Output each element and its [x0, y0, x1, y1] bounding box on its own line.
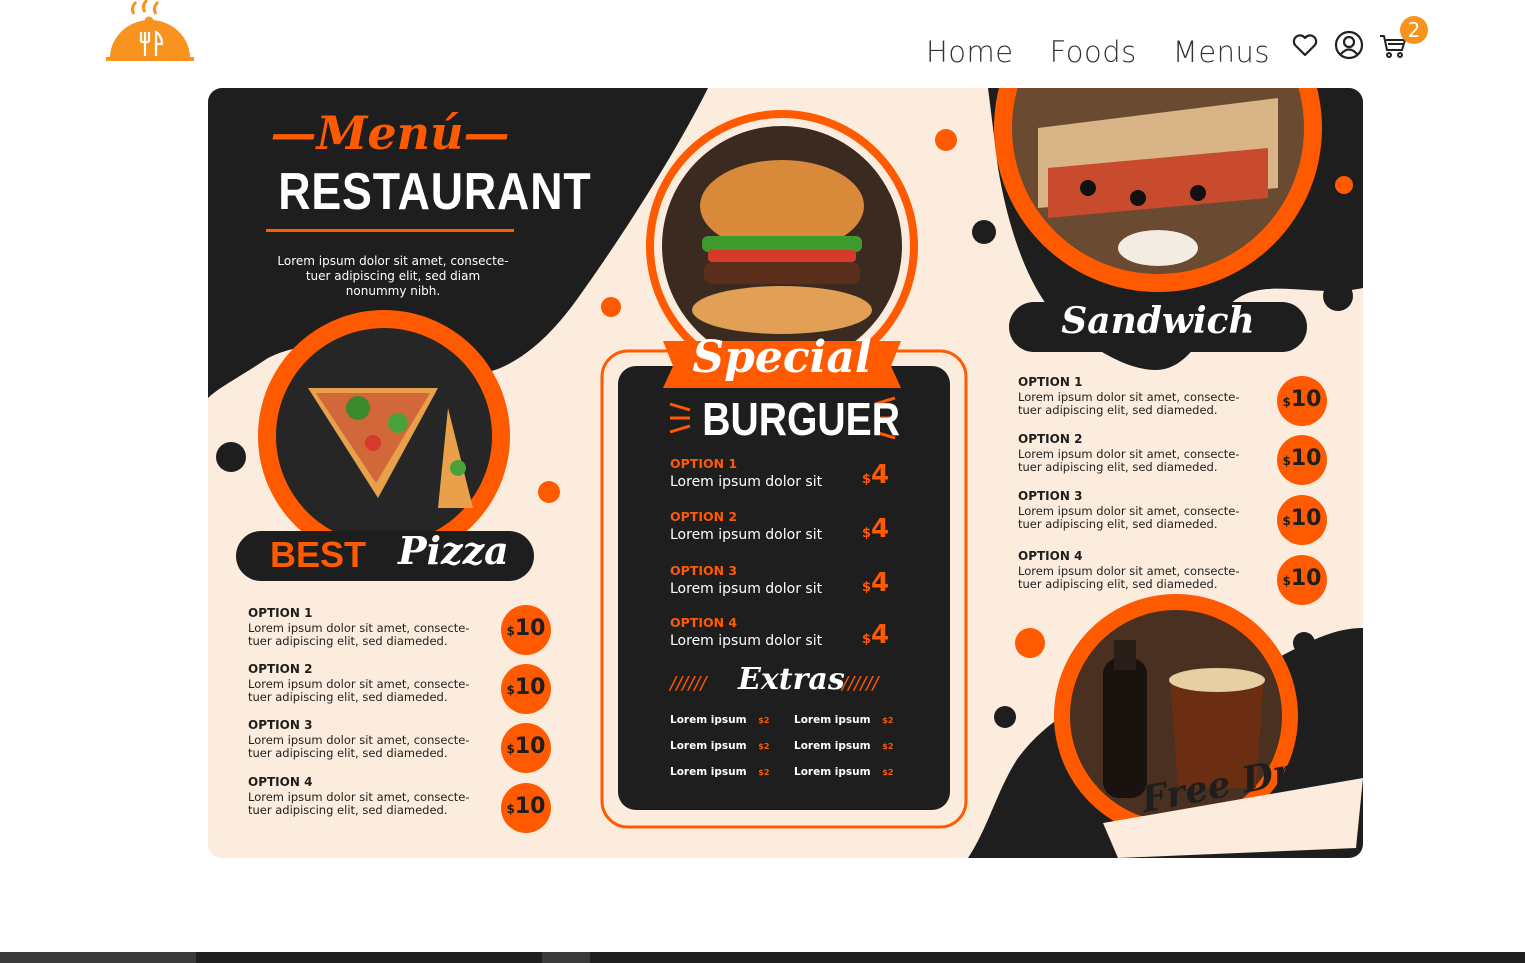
price-label: $10: [506, 794, 546, 819]
heart-icon[interactable]: [1290, 30, 1320, 60]
pizza-option: OPTION 1 Lorem ipsum dolor sit amet, con…: [248, 606, 470, 648]
extra-item: Lorem ipsum $2: [670, 714, 770, 726]
nav-home-link[interactable]: Home: [926, 30, 1014, 74]
extra-item: Lorem ipsum $2: [794, 766, 894, 778]
menu-intro: Lorem ipsum dolor sit amet, consecte-tue…: [277, 254, 509, 298]
taskbar-active-app[interactable]: [542, 952, 590, 963]
pizza-option: OPTION 3 Lorem ipsum dolor sit amet, con…: [248, 718, 470, 760]
pizza-heading-bold: BEST: [270, 534, 367, 575]
user-account-icon[interactable]: [1334, 30, 1364, 60]
price-label: $10: [506, 675, 546, 700]
price-label: $10: [506, 734, 546, 759]
extra-item: Lorem ipsum $2: [670, 766, 770, 778]
nav-menus-link[interactable]: Menus: [1173, 30, 1270, 74]
pizza-heading-script: Pizza: [398, 528, 509, 573]
header-icons: 2: [1290, 16, 1428, 60]
cart-count-badge: 2: [1400, 16, 1428, 44]
price-label: $4: [862, 620, 890, 650]
price-label: $10: [1282, 387, 1322, 412]
main-nav: Home Foods Menus: [926, 30, 1270, 74]
pizza-option: OPTION 2 Lorem ipsum dolor sit amet, con…: [248, 662, 470, 704]
price-label: $10: [1282, 566, 1322, 591]
price-label: $4: [862, 568, 890, 598]
sandwich-option: OPTION 4 Lorem ipsum dolor sit amet, con…: [1018, 549, 1240, 591]
site-header: Home Foods Menus 2: [0, 0, 1525, 88]
restaurant-menu-image: —Menú— RESTAURANT Lorem ipsum dolor sit …: [208, 88, 1363, 858]
burger-option: OPTION 1 Lorem ipsum dolor sit: [670, 456, 823, 490]
burger-option: OPTION 3 Lorem ipsum dolor sit: [670, 563, 823, 597]
extras-deco-right: //////: [842, 673, 879, 694]
price-label: $4: [862, 514, 890, 544]
burger-option: OPTION 2 Lorem ipsum dolor sit: [670, 509, 823, 543]
sandwich-option: OPTION 1 Lorem ipsum dolor sit amet, con…: [1018, 375, 1240, 417]
sandwich-option: OPTION 2 Lorem ipsum dolor sit amet, con…: [1018, 432, 1240, 474]
nav-foods-link[interactable]: Foods: [1050, 30, 1137, 74]
extras-heading: Extras: [738, 662, 845, 697]
extra-item: Lorem ipsum $2: [670, 740, 770, 752]
price-label: $4: [862, 460, 890, 490]
extra-item: Lorem ipsum $2: [794, 714, 894, 726]
pizza-option: OPTION 4 Lorem ipsum dolor sit amet, con…: [248, 775, 470, 817]
burger-option: OPTION 4 Lorem ipsum dolor sit: [670, 615, 823, 649]
extra-item: Lorem ipsum $2: [794, 740, 894, 752]
os-taskbar: [0, 952, 1525, 963]
price-label: $10: [1282, 446, 1322, 471]
burger-heading: BURGUER: [702, 393, 900, 445]
sandwich-option: OPTION 3 Lorem ipsum dolor sit amet, con…: [1018, 489, 1240, 531]
special-heading-script: Special: [692, 332, 872, 383]
price-label: $10: [1282, 506, 1322, 531]
cart-icon[interactable]: 2: [1378, 16, 1428, 60]
taskbar-search-area[interactable]: [0, 952, 196, 963]
menu-title: RESTAURANT: [278, 163, 592, 221]
restaurant-cloche-logo[interactable]: [104, 0, 196, 62]
price-label: $10: [506, 616, 546, 641]
menu-title-script: —Menú—: [270, 106, 510, 160]
sandwich-heading-script: Sandwich: [1061, 300, 1255, 342]
extras-deco-left: //////: [670, 673, 707, 694]
